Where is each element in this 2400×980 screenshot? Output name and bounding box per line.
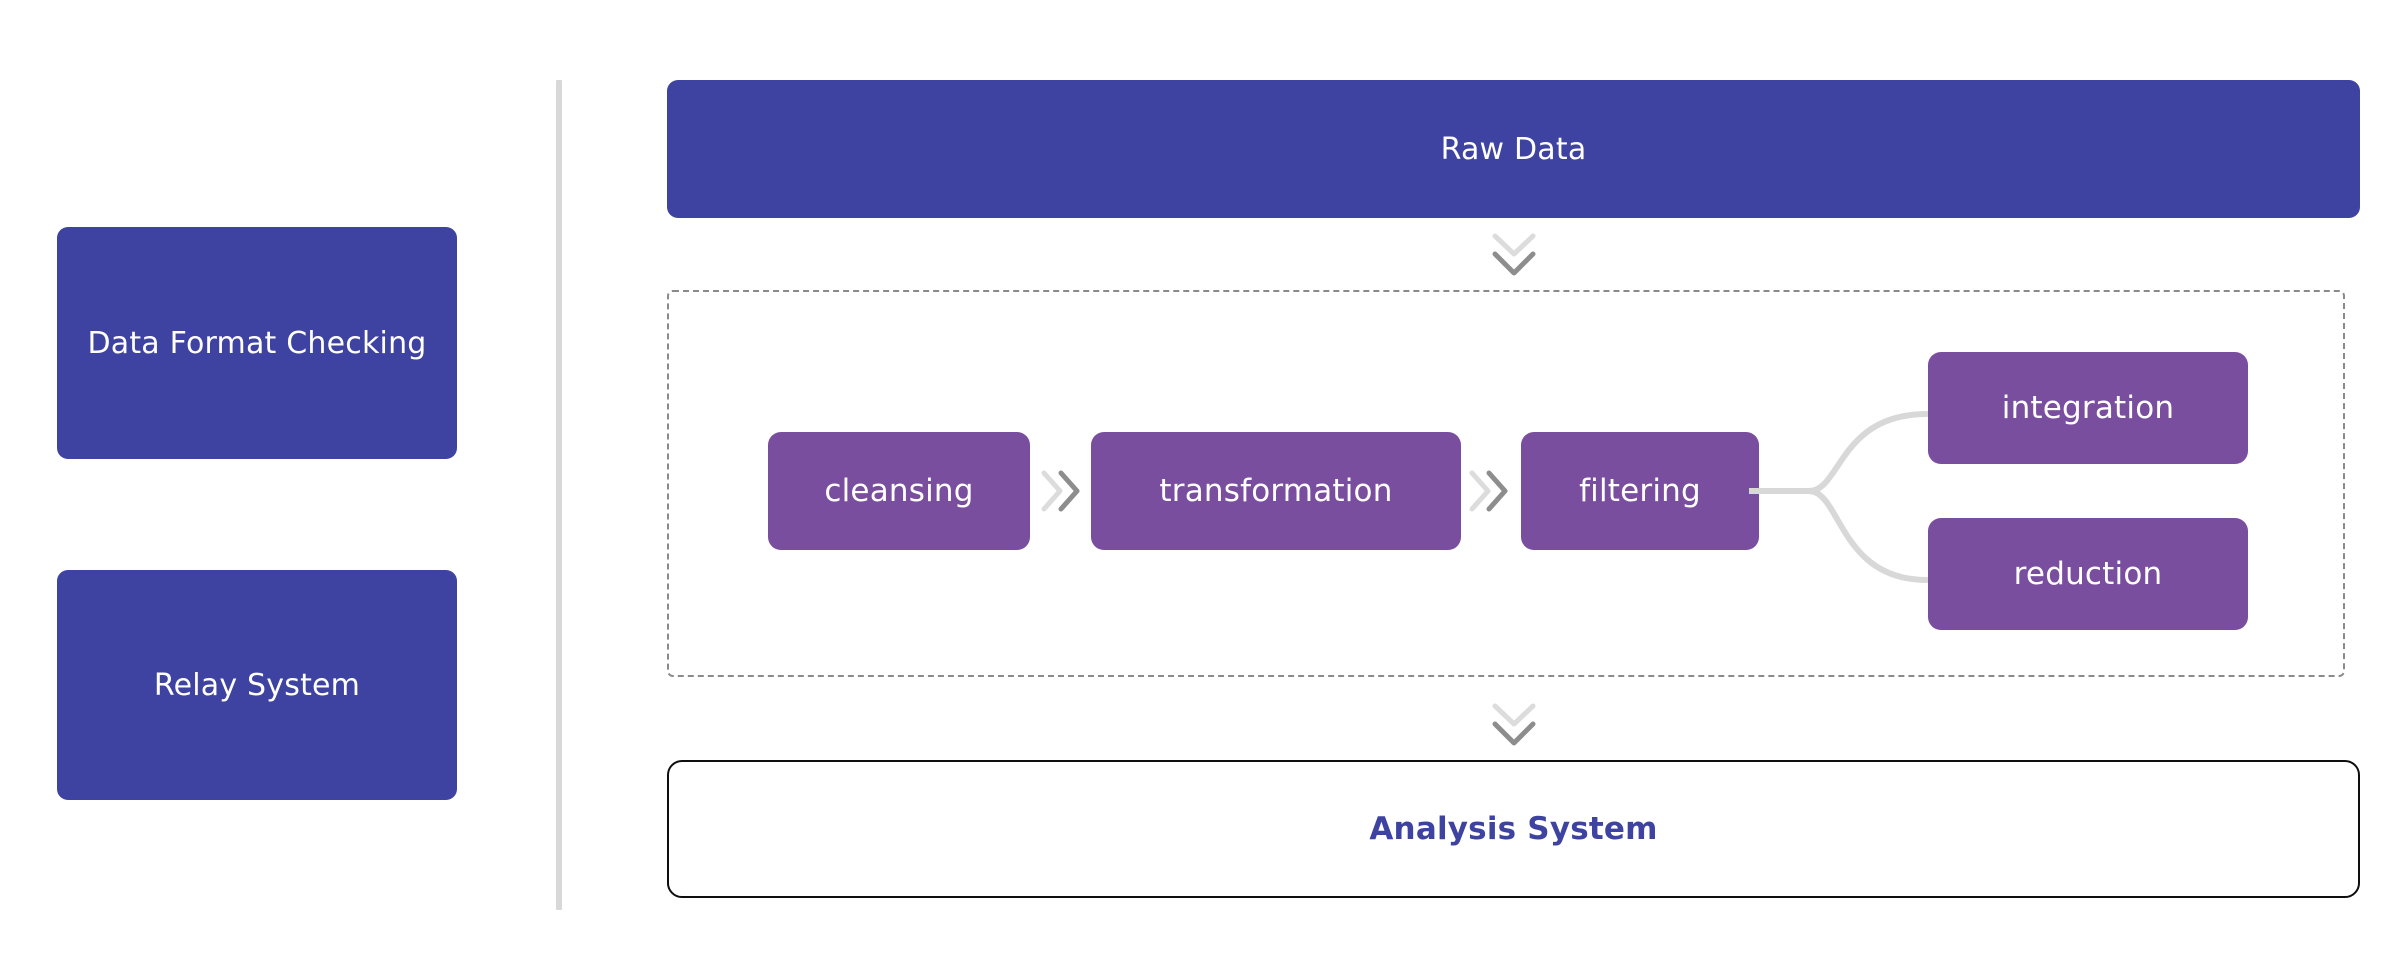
diagram-canvas: Data Format Checking Relay System Raw Da… (0, 0, 2400, 980)
raw-data-label: Raw Data (1440, 131, 1587, 167)
pipeline-step-label: transformation (1159, 473, 1393, 509)
pipeline-step-filtering[interactable]: filtering (1521, 432, 1759, 550)
double-chevron-down-icon (1479, 228, 1549, 286)
pipeline-step-cleansing[interactable]: cleansing (768, 432, 1030, 550)
sidebar-item-label: Relay System (153, 667, 361, 703)
pipeline-container: cleansing transformation filtering integ… (667, 290, 2345, 677)
curved-branch-connector-icon (1749, 411, 1930, 583)
analysis-system-node[interactable]: Analysis System (667, 760, 2360, 898)
double-chevron-right-icon (1461, 460, 1517, 522)
raw-data-node[interactable]: Raw Data (667, 80, 2360, 218)
pipeline-branch-label: integration (2001, 390, 2175, 426)
pipeline-branch-reduction[interactable]: reduction (1928, 518, 2248, 630)
vertical-divider (556, 80, 562, 910)
sidebar-item-data-format-checking[interactable]: Data Format Checking (57, 227, 457, 459)
pipeline-step-label: cleansing (824, 473, 974, 509)
double-chevron-right-icon (1033, 460, 1089, 522)
pipeline-step-label: filtering (1579, 473, 1701, 509)
double-chevron-down-icon (1479, 698, 1549, 756)
pipeline-branch-integration[interactable]: integration (1928, 352, 2248, 464)
sidebar: Data Format Checking Relay System (57, 0, 457, 980)
pipeline-branch-label: reduction (2013, 556, 2163, 592)
sidebar-item-relay-system[interactable]: Relay System (57, 570, 457, 800)
pipeline-step-transformation[interactable]: transformation (1091, 432, 1461, 550)
analysis-system-label: Analysis System (1369, 811, 1658, 847)
flow-panel: Raw Data cleansing transformation filter… (667, 0, 2360, 980)
sidebar-item-label: Data Format Checking (87, 325, 427, 361)
